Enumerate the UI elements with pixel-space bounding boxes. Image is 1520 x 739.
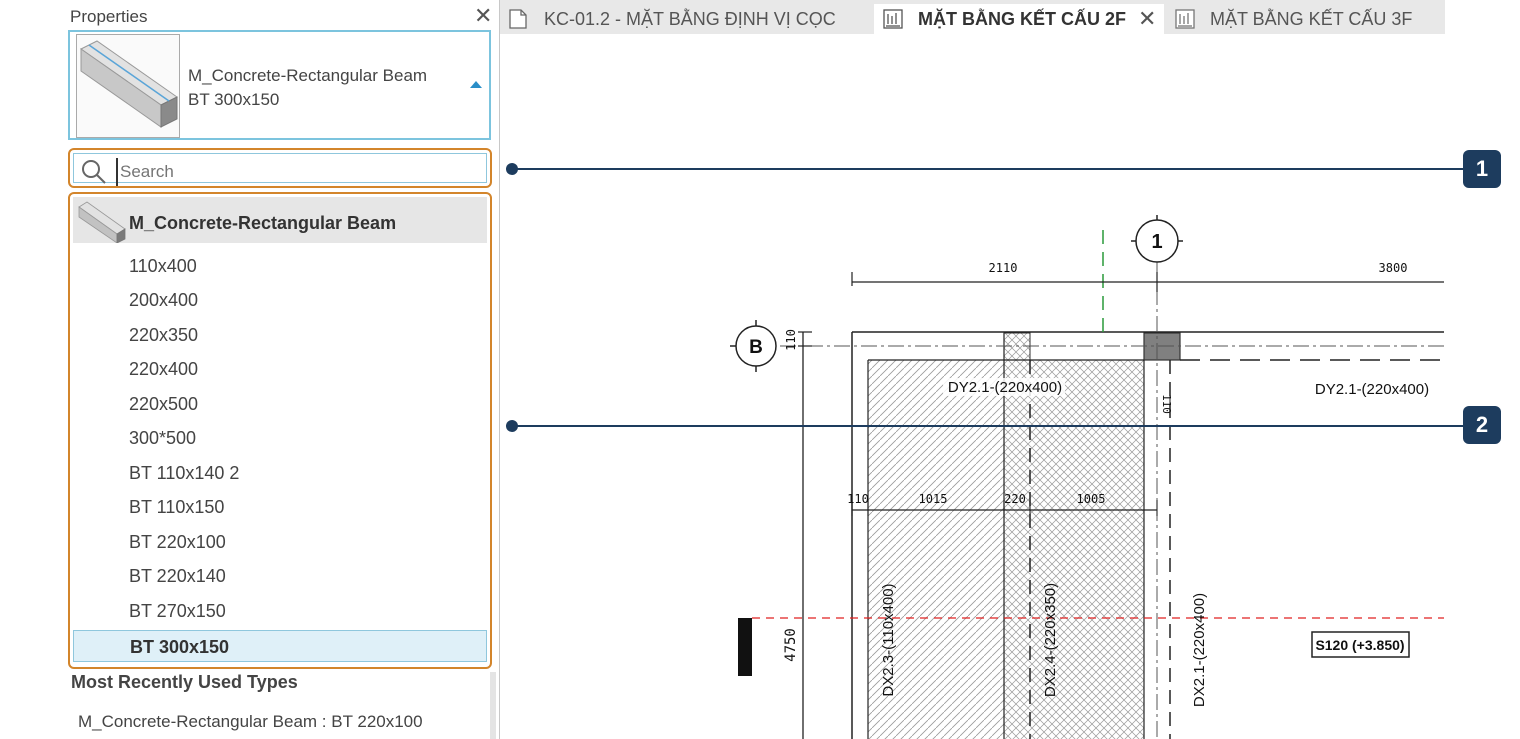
grid-label-b: B xyxy=(749,337,763,358)
type-list-item[interactable]: 220x350 xyxy=(73,319,487,351)
tab-label: MẶT BẰNG KẾT CẤU 3F xyxy=(1210,9,1413,29)
type-list-item-selected[interactable]: BT 300x150 xyxy=(73,630,487,662)
type-list-item[interactable]: BT 110x140 2 xyxy=(73,457,487,489)
close-icon[interactable]: ✕ xyxy=(474,3,492,29)
type-list-item[interactable]: 220x500 xyxy=(73,388,487,420)
dimension-text: 110 xyxy=(784,329,798,351)
grid-label-1: 1 xyxy=(1151,231,1162,253)
dimension-text: 110 xyxy=(1160,394,1173,414)
dimension-text: 1005 xyxy=(1077,492,1106,506)
type-name: BT 300x150 xyxy=(188,90,280,109)
dimension-text: 110 xyxy=(847,492,869,506)
drawing-canvas[interactable]: 1 B 2110 3800 110 4750 110 110 1015 220 … xyxy=(500,34,1445,739)
left-margin xyxy=(0,0,62,739)
search-field-frame xyxy=(73,153,492,186)
view-tab-bar: KC-01.2 - MẶT BẰNG ĐỊNH VỊ CỌC MẶT BẰNG … xyxy=(500,0,1445,34)
section-marker xyxy=(738,618,752,676)
search-input[interactable] xyxy=(116,158,492,186)
type-list-item[interactable]: BT 270x150 xyxy=(73,595,487,627)
sheet-icon xyxy=(509,9,527,29)
family-header[interactable]: M_Concrete-Rectangular Beam xyxy=(73,197,487,243)
properties-title: Properties xyxy=(70,7,148,26)
beam-tag[interactable]: DX2.1-(220x400) xyxy=(1191,593,1208,707)
floor-plan-icon xyxy=(883,9,903,29)
type-selector[interactable]: M_Concrete-Rectangular Beam BT 300x150 xyxy=(68,30,491,140)
scrollbar[interactable] xyxy=(490,672,496,739)
dimension-text: 3800 xyxy=(1379,261,1408,275)
tab-label: MẶT BẰNG KẾT CẤU 2F xyxy=(918,9,1126,29)
type-list-item[interactable]: 200x400 xyxy=(73,284,487,316)
type-list-item[interactable]: BT 110x150 xyxy=(73,491,487,523)
type-label: 220x350 xyxy=(129,325,199,345)
type-label: BT 220x100 xyxy=(129,532,226,552)
type-label: 220x500 xyxy=(129,394,199,414)
type-label: BT 110x150 xyxy=(129,497,225,517)
type-label: BT 300x150 xyxy=(130,637,230,657)
callout-line-2 xyxy=(512,425,1464,427)
beam-tag[interactable]: DX2.4-(220x350) xyxy=(1042,583,1059,697)
beam-tag[interactable]: DX2.3-(110x400) xyxy=(880,583,897,696)
beam-tag[interactable]: DY2.1-(220x400) xyxy=(948,379,1062,396)
type-list: M_Concrete-Rectangular Beam 110x400 200x… xyxy=(68,192,492,669)
type-label: 300*500 xyxy=(129,428,197,448)
type-label: 220x400 xyxy=(129,359,199,379)
type-list-item[interactable]: BT 220x140 xyxy=(73,560,487,592)
tab-mat-bang-3f[interactable]: MẶT BẰNG KẾT CẤU 3F xyxy=(1166,4,1444,34)
recent-types-heading: Most Recently Used Types xyxy=(71,672,298,692)
floor-plan-icon xyxy=(1175,9,1195,29)
dropdown-arrow-icon[interactable] xyxy=(470,81,482,88)
dimension-text: 2110 xyxy=(989,261,1018,275)
search-icon xyxy=(82,160,106,184)
type-label: BT 220x140 xyxy=(129,566,226,586)
type-list-item[interactable]: 300*500 xyxy=(73,422,487,454)
close-icon[interactable]: ✕ xyxy=(1138,6,1156,32)
slab-hatch-right xyxy=(1004,360,1144,739)
search-box xyxy=(68,148,492,188)
type-list-item[interactable]: BT 220x100 xyxy=(73,526,487,558)
tab-label: KC-01.2 - MẶT BẰNG ĐỊNH VỊ CỌC xyxy=(544,9,836,29)
recent-type-item[interactable]: M_Concrete-Rectangular Beam : BT 220x100 xyxy=(78,712,423,732)
type-list-item[interactable]: 110x400 xyxy=(73,250,487,282)
type-label: 110x400 xyxy=(129,256,197,276)
type-family-name: M_Concrete-Rectangular Beam xyxy=(188,66,428,85)
type-label: BT 270x150 xyxy=(129,601,226,621)
type-list-item[interactable]: 220x400 xyxy=(73,353,487,385)
family-name: M_Concrete-Rectangular Beam xyxy=(129,213,397,233)
slab-tag: S120 (+3.850) xyxy=(1315,637,1404,653)
type-label: BT 110x140 2 xyxy=(129,463,240,483)
tab-mat-bang-2f[interactable]: MẶT BẰNG KẾT CẤU 2F ✕ xyxy=(874,4,1164,34)
dimension-text: 220 xyxy=(1004,492,1026,506)
callout-badge-2: 2 xyxy=(1463,406,1501,444)
beam-thumbnail-icon xyxy=(76,34,180,138)
beam-tag[interactable]: DY2.1-(220x400) xyxy=(1315,381,1429,398)
callout-line-1 xyxy=(512,168,1464,170)
callout-badge-1: 1 xyxy=(1463,150,1501,188)
dimension-text: 4750 xyxy=(783,628,799,662)
beam-family-icon xyxy=(78,201,126,243)
properties-palette: Properties ✕ M_Concrete-Rectangular Beam… xyxy=(62,0,500,739)
tab-kc-01-2[interactable]: KC-01.2 - MẶT BẰNG ĐỊNH VỊ CỌC xyxy=(500,4,872,34)
type-label: 200x400 xyxy=(129,290,199,310)
dimension-text: 1015 xyxy=(919,492,948,506)
